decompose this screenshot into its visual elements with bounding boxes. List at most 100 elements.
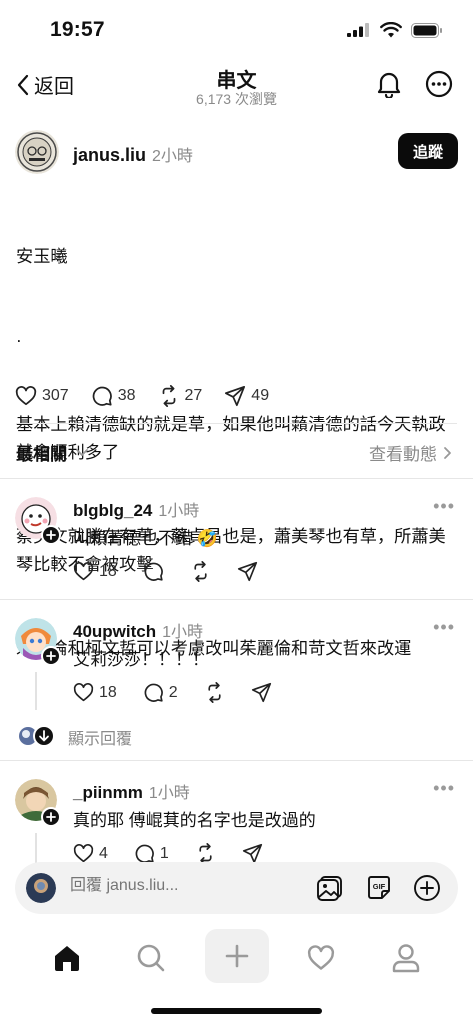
heart-icon: [73, 562, 94, 581]
reply-actions: 18 2: [73, 682, 272, 703]
comment-icon: [144, 562, 163, 581]
reply-text: 艾莉莎莎！！！！: [73, 650, 209, 669]
tab-activity[interactable]: [291, 938, 351, 978]
repost-icon: [208, 682, 221, 703]
tab-new-post[interactable]: [205, 929, 269, 983]
follow-plus-button[interactable]: [41, 807, 61, 827]
comment-count: 2: [168, 683, 178, 701]
plus-circle-icon: [414, 875, 440, 901]
repost-icon: [194, 561, 207, 582]
signal-icon: [347, 23, 369, 37]
share-button[interactable]: [237, 561, 258, 582]
home-icon: [55, 946, 79, 971]
like-button[interactable]: 4: [73, 843, 108, 864]
like-count: 307: [42, 387, 69, 404]
reply-author[interactable]: blgblg_24: [73, 501, 152, 520]
divider: [16, 423, 457, 424]
repost-button[interactable]: 27: [158, 385, 203, 407]
profile-icon: [392, 944, 420, 973]
like-button[interactable]: 307: [15, 385, 69, 407]
repost-button[interactable]: [195, 843, 216, 864]
comment-count: 1: [159, 844, 169, 862]
share-button[interactable]: [242, 843, 263, 864]
reply-text: 叫賴菁德也不錯 🤣: [73, 529, 218, 548]
comment-button[interactable]: 2: [143, 682, 178, 703]
comment-button[interactable]: 1: [134, 843, 169, 864]
image-button[interactable]: [316, 874, 344, 902]
more-circle-icon: [425, 70, 453, 98]
status-icons: [347, 22, 443, 38]
follow-plus-button[interactable]: [41, 525, 61, 545]
plus-icon: [225, 944, 249, 968]
chevron-right-icon: [444, 446, 451, 459]
reply-author[interactable]: _piinmm: [73, 783, 143, 802]
divider: [0, 599, 473, 600]
plus-icon: [46, 651, 56, 661]
like-button[interactable]: 18: [73, 561, 117, 582]
repost-count: 27: [184, 387, 203, 404]
reply-header: 40upwitch 1小時: [73, 618, 203, 642]
heart-icon: [73, 683, 94, 702]
reply-input[interactable]: [70, 877, 300, 895]
post-line: 安玉曦: [16, 246, 68, 266]
reply-more-button[interactable]: •••: [433, 617, 455, 638]
comment-icon: [135, 844, 154, 863]
comment-icon: [144, 683, 163, 702]
add-attachment-button[interactable]: [413, 874, 441, 902]
divider: [0, 478, 473, 479]
heart-icon: [15, 386, 37, 406]
share-icon: [237, 561, 257, 582]
follow-button[interactable]: 追蹤: [398, 133, 458, 169]
sort-label: 最相關: [16, 445, 67, 464]
repost-button[interactable]: [204, 682, 225, 703]
reply-time: 1小時: [148, 785, 190, 802]
plus-icon: [46, 530, 56, 540]
share-button[interactable]: 49: [224, 385, 269, 407]
like-count: 18: [99, 562, 117, 580]
post-line: ·: [16, 330, 22, 350]
post-author[interactable]: janus.liu 2小時: [73, 142, 193, 166]
repost-icon: [162, 385, 175, 407]
comment-button[interactable]: [143, 561, 164, 582]
reply-actions: 18: [73, 561, 258, 582]
gif-button[interactable]: GIF: [365, 874, 393, 902]
comment-button[interactable]: 38: [91, 385, 136, 407]
comment-icon: [92, 386, 112, 406]
share-count: 49: [251, 387, 270, 404]
follow-plus-button[interactable]: [41, 646, 61, 666]
reply-time: 1小時: [162, 624, 204, 641]
reply-actions: 4 1: [73, 843, 263, 864]
search-icon: [137, 944, 165, 972]
tab-home[interactable]: [37, 938, 97, 978]
reply-more-button[interactable]: •••: [433, 778, 455, 799]
like-count: 18: [99, 683, 117, 701]
image-icon: [317, 876, 342, 901]
reply-text: 真的耶 傅崐萁的名字也是改過的: [73, 811, 316, 830]
reply-time: 1小時: [158, 503, 200, 520]
like-button[interactable]: 18: [73, 682, 117, 703]
heart-icon: [307, 945, 335, 970]
notification-button[interactable]: [375, 70, 403, 98]
home-indicator: [151, 1008, 322, 1014]
author-avatar[interactable]: [15, 130, 59, 174]
divider: [0, 760, 473, 761]
reply-preview-avatars[interactable]: [18, 724, 58, 748]
tab-search[interactable]: [121, 938, 181, 978]
reply-author[interactable]: 40upwitch: [73, 622, 156, 641]
gif-icon: GIF: [368, 876, 390, 899]
share-icon: [242, 843, 262, 864]
author-name[interactable]: janus.liu: [73, 145, 146, 165]
bell-icon: [377, 72, 401, 98]
share-button[interactable]: [251, 682, 272, 703]
plus-icon: [46, 812, 56, 822]
view-activity-link[interactable]: 查看動態: [369, 440, 453, 465]
repost-button[interactable]: [190, 561, 211, 582]
tab-profile[interactable]: [376, 938, 436, 978]
reply-more-button[interactable]: •••: [433, 496, 455, 517]
more-options-button[interactable]: [425, 70, 453, 98]
show-replies-link[interactable]: 顯示回覆: [68, 725, 132, 749]
sort-dropdown[interactable]: 最相關: [16, 440, 89, 465]
repost-icon: [199, 843, 212, 864]
chevron-down-icon: [76, 448, 88, 456]
my-avatar: [26, 873, 56, 903]
